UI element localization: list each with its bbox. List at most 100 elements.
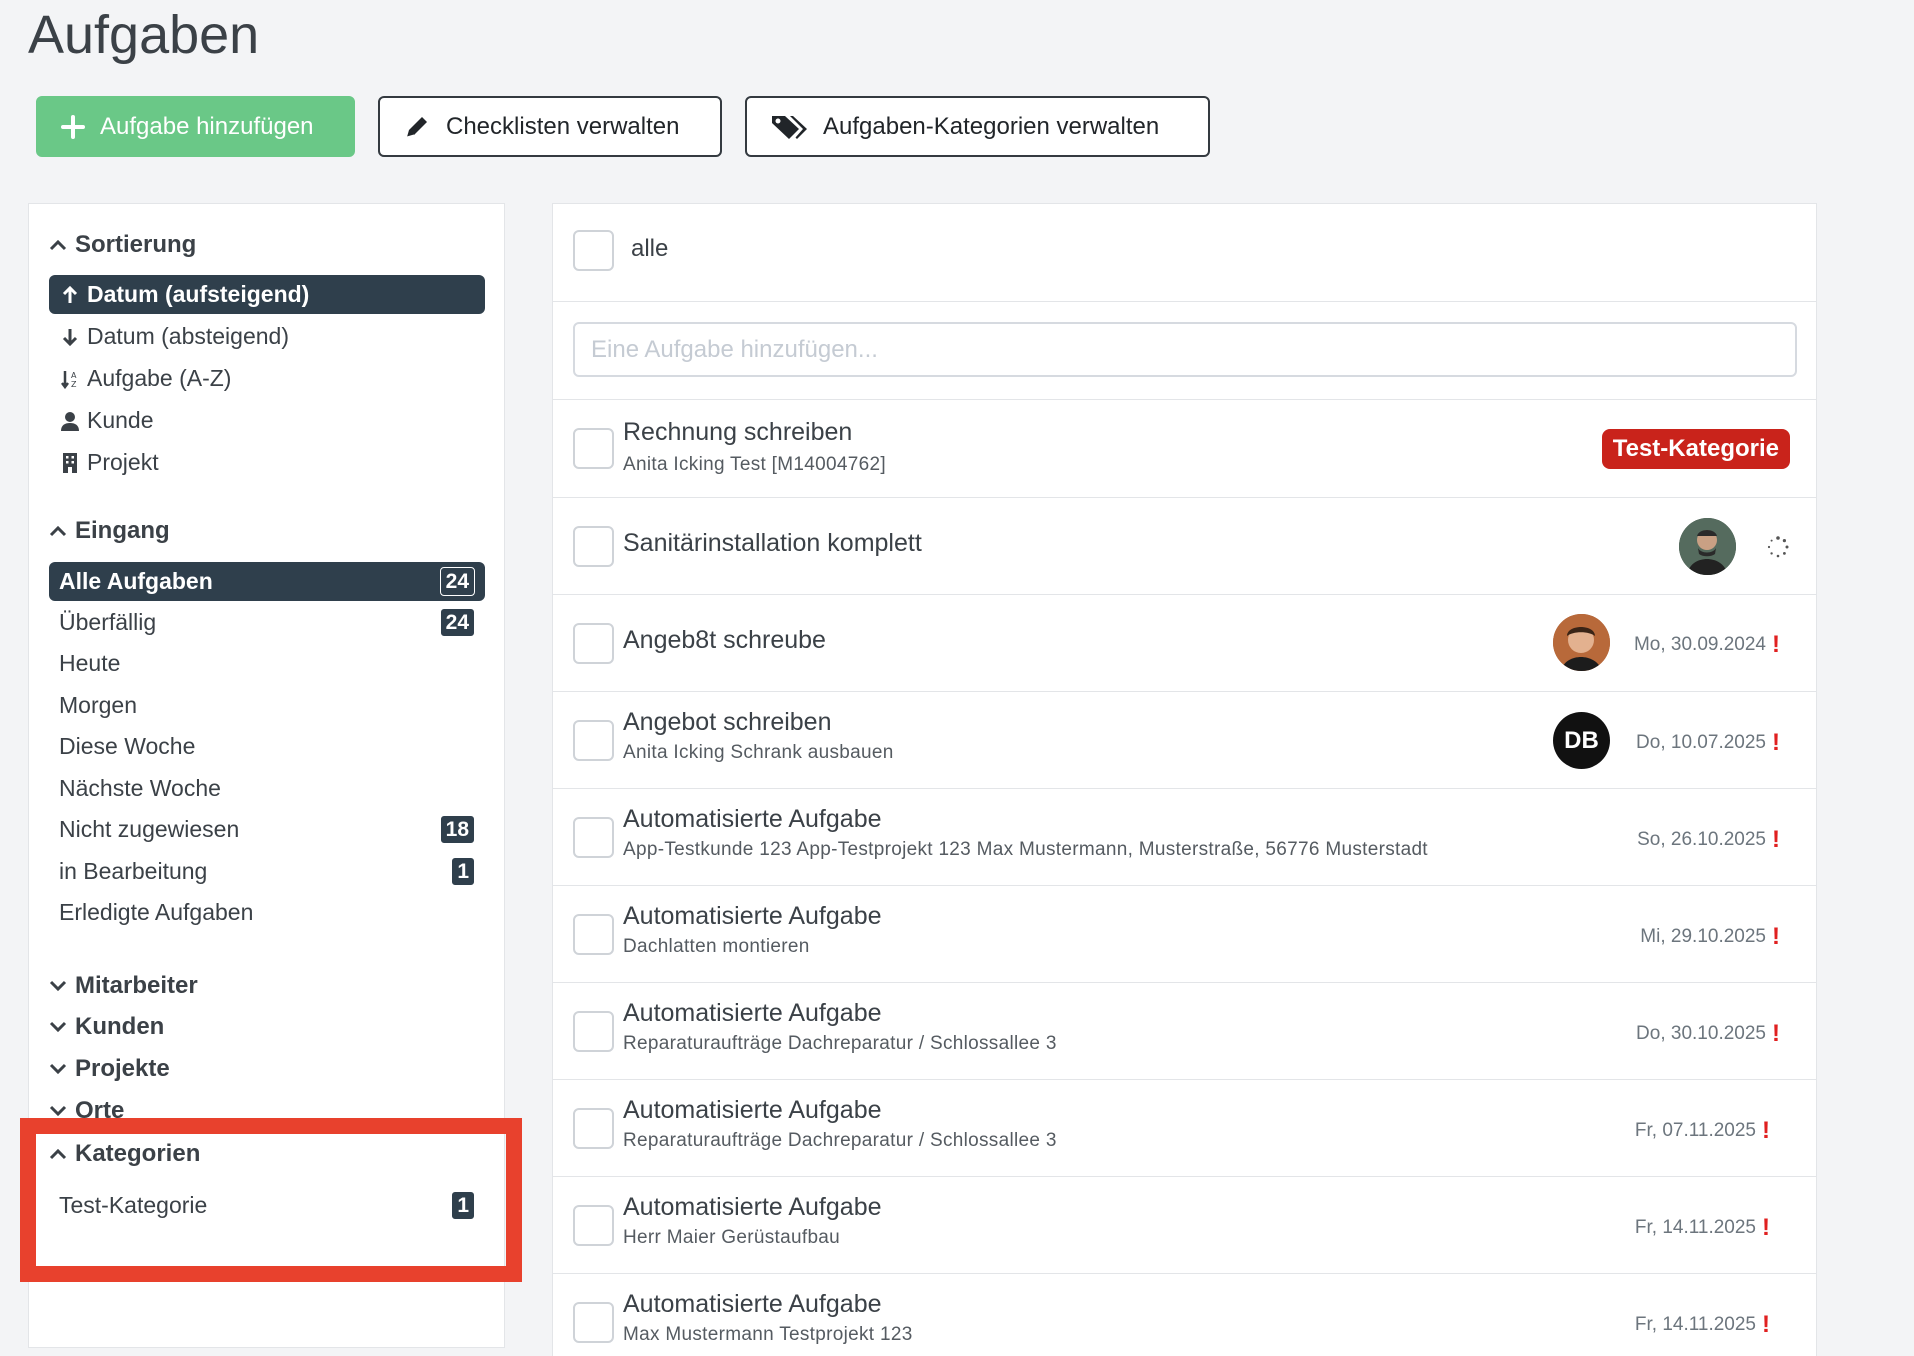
manage-checklists-button[interactable]: Checklisten verwalten (378, 96, 722, 157)
task-due-date: Fr, 07.11.2025! (1635, 1117, 1770, 1145)
task-subtitle: Anita Icking Schrank ausbauen (623, 742, 894, 763)
section-projects-toggle[interactable]: Projekte (49, 1055, 170, 1083)
task-row[interactable]: Automatisierte Aufgabe Reparaturaufträge… (553, 1080, 1816, 1177)
assignee-avatar (1679, 518, 1736, 575)
overdue-exclamation-icon: ! (1772, 923, 1780, 950)
inbox-unassigned[interactable]: Nicht zugewiesen 18 (49, 810, 485, 849)
sort-alpha-icon: AZ (59, 369, 81, 389)
task-row[interactable]: Automatisierte Aufgabe Max Mustermann Te… (553, 1274, 1816, 1356)
pencil-icon (406, 116, 427, 137)
due-date-text: Mo, 30.09.2024 (1633, 634, 1766, 655)
tags-icon (772, 115, 807, 139)
assignee-avatar (1553, 614, 1610, 671)
add-task-button[interactable]: Aufgabe hinzufügen (36, 96, 355, 157)
task-checkbox[interactable] (573, 1108, 614, 1149)
task-due-date: Fr, 14.11.2025! (1635, 1311, 1770, 1339)
task-title: Automatisierte Aufgabe (623, 1193, 882, 1221)
task-checkbox[interactable] (573, 623, 614, 664)
task-checkbox[interactable] (573, 526, 614, 567)
task-title: Automatisierte Aufgabe (623, 902, 882, 930)
select-all-row: alle (553, 204, 1816, 302)
inbox-in-progress[interactable]: in Bearbeitung 1 (49, 852, 485, 891)
sort-date-desc[interactable]: Datum (absteigend) (49, 317, 485, 356)
task-subtitle: Max Mustermann Testprojekt 123 (623, 1324, 913, 1345)
sort-customer[interactable]: Kunde (49, 401, 485, 440)
sort-label: Kunde (87, 407, 154, 433)
inbox-label: Nächste Woche (59, 775, 221, 801)
inbox-completed[interactable]: Erledigte Aufgaben (49, 893, 485, 932)
task-checkbox[interactable] (573, 1205, 614, 1246)
section-inbox-heading: Eingang (75, 517, 170, 544)
due-date-text: Fr, 14.11.2025 (1634, 1217, 1756, 1238)
inbox-all-tasks[interactable]: Alle Aufgaben 24 (49, 562, 485, 601)
overdue-exclamation-icon: ! (1772, 729, 1780, 756)
inbox-overdue[interactable]: Überfällig 24 (49, 603, 485, 642)
inbox-next-week[interactable]: Nächste Woche (49, 769, 485, 808)
overdue-exclamation-icon: ! (1772, 631, 1780, 658)
task-row[interactable]: Sanitärinstallation komplett (553, 498, 1816, 595)
sort-date-asc[interactable]: Datum (aufsteigend) (49, 275, 485, 314)
inbox-label: Diese Woche (59, 733, 196, 759)
task-subtitle: App-Testkunde 123 App-Testprojekt 123 Ma… (623, 839, 1428, 860)
chevron-down-icon (49, 1021, 67, 1033)
section-inbox-toggle[interactable]: Eingang (49, 517, 170, 545)
svg-text:Z: Z (71, 380, 77, 389)
chevron-down-icon (49, 980, 67, 992)
highlight-annotation (20, 1118, 522, 1282)
inbox-today[interactable]: Heute (49, 644, 485, 683)
section-customers-heading: Kunden (75, 1013, 165, 1040)
count-badge: 18 (439, 815, 475, 844)
task-row[interactable]: Automatisierte Aufgabe Dachlatten montie… (553, 886, 1816, 983)
add-task-label: Aufgabe hinzufügen (100, 112, 314, 140)
inbox-label: Heute (59, 650, 121, 676)
inbox-tomorrow[interactable]: Morgen (49, 686, 485, 725)
task-row[interactable]: Automatisierte Aufgabe Herr Maier Gerüst… (553, 1177, 1816, 1274)
task-title: Automatisierte Aufgabe (623, 1096, 882, 1124)
due-date-text: Fr, 14.11.2025 (1634, 1314, 1756, 1335)
task-due-date: So, 26.10.2025! (1637, 826, 1780, 854)
inbox-this-week[interactable]: Diese Woche (49, 727, 485, 766)
task-due-date: Do, 10.07.2025! (1636, 729, 1780, 757)
select-all-label: alle (631, 235, 669, 262)
task-checkbox[interactable] (573, 428, 614, 469)
due-date-text: So, 26.10.2025 (1637, 829, 1766, 850)
task-row[interactable]: Angeb8t schreube Mo, 30.09.2024! (553, 595, 1816, 692)
task-row[interactable]: Rechnung schreiben Anita Icking Test [M1… (553, 400, 1816, 498)
section-projects-heading: Projekte (75, 1055, 170, 1082)
category-badge: Test-Kategorie (1601, 429, 1790, 469)
inbox-label: Erledigte Aufgaben (59, 899, 254, 925)
section-employees-toggle[interactable]: Mitarbeiter (49, 972, 198, 1000)
overdue-exclamation-icon: ! (1762, 1214, 1770, 1241)
manage-checklists-label: Checklisten verwalten (446, 112, 680, 140)
arrow-down-icon (59, 327, 81, 347)
sort-task-alpha[interactable]: AZ Aufgabe (A-Z) (49, 359, 485, 398)
new-task-row (553, 302, 1816, 400)
task-row[interactable]: Automatisierte Aufgabe Reparaturaufträge… (553, 983, 1816, 1080)
sort-label: Datum (aufsteigend) (87, 281, 310, 307)
section-sorting-toggle[interactable]: Sortierung (49, 231, 196, 259)
task-row[interactable]: Automatisierte Aufgabe App-Testkunde 123… (553, 789, 1816, 886)
task-title: Automatisierte Aufgabe (623, 1290, 882, 1318)
task-due-date: Fr, 14.11.2025! (1635, 1214, 1770, 1242)
select-all-checkbox[interactable] (573, 230, 614, 271)
task-checkbox[interactable] (573, 1011, 614, 1052)
task-checkbox[interactable] (573, 720, 614, 761)
overdue-exclamation-icon: ! (1772, 1020, 1780, 1047)
overdue-exclamation-icon: ! (1762, 1117, 1770, 1144)
inbox-label: Überfällig (59, 609, 157, 635)
task-due-date: Mo, 30.09.2024! (1634, 631, 1780, 659)
task-row[interactable]: Angebot schreiben Anita Icking Schrank a… (553, 692, 1816, 789)
section-customers-toggle[interactable]: Kunden (49, 1013, 164, 1041)
assignee-avatar-initials: DB (1553, 712, 1610, 769)
task-checkbox[interactable] (573, 914, 614, 955)
task-list-panel: alle Rechnung schreiben Anita Icking Tes… (552, 203, 1817, 1356)
new-task-input[interactable] (573, 322, 1797, 377)
chevron-up-icon (49, 239, 67, 251)
manage-categories-button[interactable]: Aufgaben-Kategorien verwalten (745, 96, 1210, 157)
task-title: Automatisierte Aufgabe (623, 805, 882, 833)
sort-project[interactable]: Projekt (49, 443, 485, 482)
task-checkbox[interactable] (573, 817, 614, 858)
task-checkbox[interactable] (573, 1302, 614, 1343)
loading-spinner-icon (1767, 536, 1789, 558)
overdue-exclamation-icon: ! (1762, 1311, 1770, 1338)
